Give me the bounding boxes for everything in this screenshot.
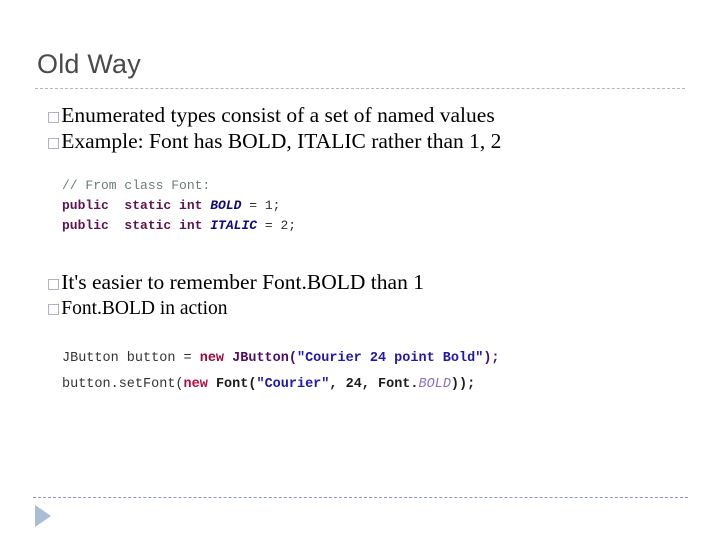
list-item: □ Example: Font has BOLD, ITALIC rather … [47, 128, 501, 154]
code-token-plain: = 2; [257, 218, 297, 233]
code-token-plain: = 1; [241, 198, 281, 213]
code-token-keyword: public static int [62, 198, 211, 213]
square-bullet-icon: □ [47, 109, 61, 125]
code-token-keyword: public static int [62, 218, 211, 233]
play-triangle-icon[interactable] [35, 505, 51, 527]
footer-divider [33, 497, 688, 498]
code-token-field: BOLD [210, 198, 242, 213]
code-token-plain-b: , 24, Font. [329, 377, 419, 392]
square-bullet-icon: □ [47, 276, 61, 292]
bullet-group-two: □ It's easier to remember Font.BOLD than… [47, 268, 424, 322]
code-token-field: ITALIC [210, 218, 258, 233]
code-token-plain: JButton button = [62, 351, 200, 366]
list-item-label: Example: Font has BOLD, ITALIC rather th… [61, 129, 502, 153]
code-line: // From class Font: [62, 176, 296, 196]
code-line: button.setFont(new Font("Courier", 24, F… [62, 372, 500, 398]
code-token-type: JButton( [232, 351, 297, 366]
code-line: public static int BOLD = 1; [62, 196, 296, 216]
code-token-const: BOLD [418, 377, 451, 392]
page-title: Old Way [37, 49, 141, 79]
code-token-plain: button.setFont( [62, 377, 184, 392]
list-item-label: It's easier to remember Font.BOLD than 1 [61, 270, 424, 294]
square-bullet-icon: □ [47, 301, 61, 317]
slide-canvas: Old Way □ Enumerated types consist of a … [0, 0, 720, 540]
list-item: □ It's easier to remember Font.BOLD than… [47, 268, 424, 296]
title-divider [35, 88, 685, 89]
list-item-label: Enumerated types consist of a set of nam… [61, 103, 495, 127]
code-token-plain-b: )); [450, 377, 476, 392]
code-line: JButton button = new JButton("Courier 24… [62, 346, 500, 372]
code-token-string: "Courier 24 point Bold" [296, 351, 484, 366]
code-token-plain-b: Font( [215, 377, 257, 392]
code-token-comment: // From class Font: [62, 178, 211, 193]
bullet-group-one: □ Enumerated types consist of a set of n… [47, 102, 501, 154]
code-token-punct: ); [483, 351, 500, 366]
code-block-jbutton-setfont: JButton button = new JButton("Courier 24… [62, 346, 500, 398]
code-token-new2: new [183, 377, 208, 392]
code-block-font-constants: // From class Font: public static int BOL… [62, 176, 296, 236]
list-item: □ Enumerated types consist of a set of n… [47, 102, 501, 128]
list-item: □ Font.BOLD in action [47, 296, 424, 322]
code-token-string: "Courier" [256, 377, 330, 392]
code-line: public static int ITALIC = 2; [62, 216, 296, 236]
list-item-label: Font.BOLD in action [61, 298, 228, 319]
square-bullet-icon: □ [47, 135, 61, 151]
code-token-new: new [199, 351, 225, 366]
